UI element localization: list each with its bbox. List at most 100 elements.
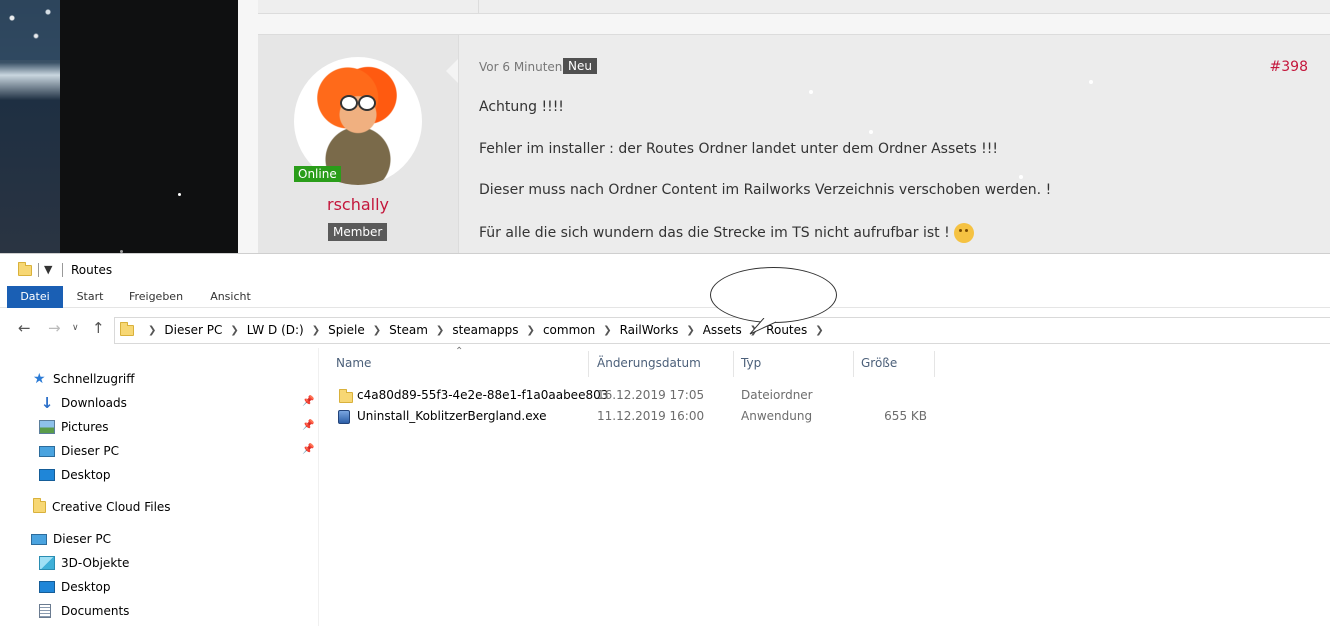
speech-bubble-annotation	[710, 267, 837, 323]
back-arrow-icon[interactable]: ←	[18, 319, 31, 337]
nav-item-this-pc[interactable]: Dieser PC	[31, 528, 111, 550]
nav-item-downloads[interactable]: ↓ Downloads	[39, 392, 127, 414]
nav-item-label: Creative Cloud Files	[52, 500, 171, 514]
file-explorer-window: ▼ Routes Datei Start Freigeben Ansicht ←…	[0, 253, 1330, 626]
forward-arrow-icon[interactable]: →	[48, 319, 61, 337]
folder-icon	[120, 322, 134, 336]
post-text-line: Fehler im installer : der Routes Ordner …	[479, 141, 998, 157]
snowflake	[869, 130, 873, 134]
breadcrumb-item[interactable]: LW D (D:)	[247, 323, 304, 337]
chevron-right-icon[interactable]: ❯	[527, 325, 535, 336]
column-separator[interactable]	[733, 351, 734, 377]
navigation-pane: ★ Schnellzugriff ↓ Downloads 📌 Pictures …	[0, 348, 318, 626]
quick-access-toolbar-dropdown-icon[interactable]: ▼	[44, 263, 52, 276]
avatar-eye	[358, 95, 376, 111]
chevron-right-icon[interactable]: ❯	[148, 325, 156, 336]
address-bar[interactable]: ❯ Dieser PC ❯ LW D (D:) ❯ Spiele ❯ Steam…	[114, 317, 1330, 344]
chevron-right-icon[interactable]: ❯	[312, 325, 320, 336]
snow-photo-patch	[0, 0, 60, 60]
tab-start[interactable]: Start	[70, 286, 110, 308]
nav-item-documents[interactable]: Documents	[39, 600, 129, 622]
file-list: ⌃ Name Änderungsdatum Typ Größe c4a80d89…	[330, 346, 1330, 626]
tab-freigeben[interactable]: Freigeben	[122, 286, 190, 308]
column-header-type[interactable]: Typ	[741, 351, 761, 375]
nav-item-creative-cloud[interactable]: Creative Cloud Files	[33, 496, 171, 518]
nav-item-label: Desktop	[61, 580, 111, 594]
tab-ansicht[interactable]: Ansicht	[203, 286, 258, 308]
sort-ascending-icon: ⌃	[455, 346, 464, 357]
chevron-right-icon[interactable]: ❯	[373, 325, 381, 336]
nav-item-desktop[interactable]: Desktop	[39, 576, 111, 598]
up-arrow-icon[interactable]: ↑	[92, 319, 105, 337]
divider	[62, 263, 63, 277]
desktop-icon	[39, 581, 55, 593]
pin-icon[interactable]: 📌	[302, 420, 314, 431]
post-text-line-with-emoji: Für alle die sich wundern das die Streck…	[479, 223, 974, 243]
snowflake	[178, 193, 181, 196]
file-type: Dateiordner	[741, 388, 813, 402]
chevron-right-icon[interactable]: ❯	[436, 325, 444, 336]
post-number-link[interactable]: #398	[1270, 59, 1308, 75]
chevron-right-icon[interactable]: ❯	[230, 325, 238, 336]
desktop-icon	[39, 469, 55, 481]
file-row[interactable]: Uninstall_KoblitzerBergland.exe 11.12.20…	[330, 407, 950, 427]
column-header-size[interactable]: Größe	[861, 351, 897, 375]
nav-item-label: Downloads	[61, 396, 127, 410]
nav-item-label: 3D-Objekte	[61, 556, 130, 570]
breadcrumb-item[interactable]: Dieser PC	[164, 323, 222, 337]
nav-item-3d-objects[interactable]: 3D-Objekte	[39, 552, 129, 574]
nav-item-label: Desktop	[61, 468, 111, 482]
breadcrumb-item[interactable]: steamapps	[452, 323, 518, 337]
title-bar: ▼ Routes	[0, 254, 1330, 286]
cube-icon	[39, 556, 55, 570]
snowflake	[1089, 80, 1093, 84]
computer-icon	[39, 445, 55, 457]
tab-datei[interactable]: Datei	[7, 286, 63, 308]
speech-bubble-tail	[749, 318, 776, 335]
nav-item-this-pc-quick[interactable]: Dieser PC	[39, 440, 119, 462]
nav-item-pictures[interactable]: Pictures	[39, 416, 109, 438]
breadcrumb-item[interactable]: Spiele	[328, 323, 365, 337]
breadcrumb-item[interactable]: common	[543, 323, 595, 337]
online-badge: Online	[294, 166, 341, 182]
previous-post-footer	[258, 0, 1330, 14]
ribbon-tabs: Datei Start Freigeben Ansicht	[0, 286, 1330, 308]
file-date: 16.12.2019 17:05	[597, 388, 705, 402]
pictures-icon	[39, 420, 55, 434]
file-type: Anwendung	[741, 409, 813, 423]
username-link[interactable]: rschally	[258, 195, 458, 214]
post-timestamp[interactable]: Vor 6 Minuten	[479, 60, 562, 74]
breadcrumb-item[interactable]: Assets	[703, 323, 742, 337]
post-author-sidebar: Online rschally Member	[258, 35, 458, 265]
breadcrumb-item[interactable]: RailWorks	[620, 323, 679, 337]
divider	[38, 263, 39, 277]
chevron-right-icon[interactable]: ❯	[686, 325, 694, 336]
nav-item-label: Documents	[61, 604, 130, 618]
divider	[318, 348, 319, 626]
exe-icon	[338, 410, 350, 424]
pin-icon[interactable]: 📌	[302, 396, 314, 407]
file-row[interactable]: c4a80d89-55f3-4e2e-88e1-f1a0aabee803 16.…	[330, 386, 950, 406]
recent-locations-chevron-icon[interactable]: ∨	[72, 323, 79, 333]
pin-icon[interactable]: 📌	[302, 444, 314, 455]
divider	[478, 0, 479, 14]
file-name: c4a80d89-55f3-4e2e-88e1-f1a0aabee803	[357, 388, 609, 402]
chevron-right-icon[interactable]: ❯	[815, 325, 823, 336]
column-separator[interactable]	[853, 351, 854, 377]
chevron-right-icon[interactable]: ❯	[603, 325, 611, 336]
column-header-date[interactable]: Änderungsdatum	[597, 351, 701, 375]
post-text-line: Achtung !!!!	[479, 99, 564, 115]
wink-emoji-icon	[953, 223, 974, 243]
creative-cloud-folder-icon	[33, 498, 46, 513]
nav-item-desktop-quick[interactable]: Desktop	[39, 464, 111, 486]
column-header-name[interactable]: Name	[336, 351, 371, 375]
breadcrumb-item[interactable]: Steam	[389, 323, 428, 337]
post-text: Für alle die sich wundern das die Streck…	[479, 225, 950, 241]
post-text-line: Dieser muss nach Ordner Content im Railw…	[479, 182, 1052, 198]
window-title: Routes	[71, 263, 113, 277]
column-separator[interactable]	[934, 351, 935, 377]
nav-item-quick-access[interactable]: ★ Schnellzugriff	[33, 368, 135, 390]
folder-icon	[339, 389, 353, 403]
column-separator[interactable]	[588, 351, 589, 377]
download-icon: ↓	[40, 394, 54, 412]
